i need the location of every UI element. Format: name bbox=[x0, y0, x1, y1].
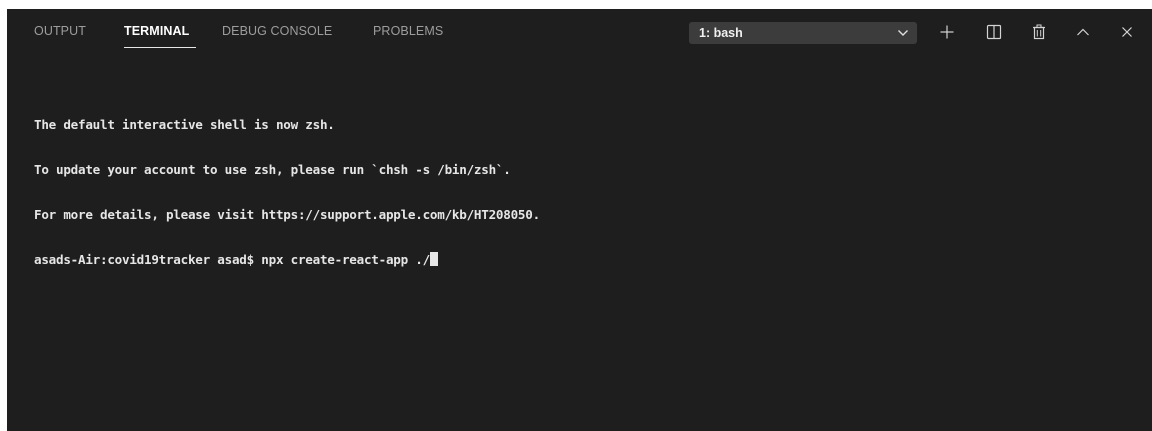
kill-terminal-button[interactable] bbox=[1027, 21, 1051, 43]
split-terminal-button[interactable] bbox=[982, 21, 1006, 43]
close-panel-button[interactable] bbox=[1115, 21, 1139, 43]
trash-icon bbox=[1033, 24, 1045, 40]
terminal-panel: OUTPUT TERMINAL DEBUG CONSOLE PROBLEMS 1… bbox=[7, 9, 1152, 431]
chevron-down-icon bbox=[898, 30, 908, 36]
command-input[interactable]: npx create-react-app ./ bbox=[261, 252, 430, 267]
close-icon bbox=[1122, 27, 1132, 37]
chevron-up-icon bbox=[1077, 28, 1089, 36]
panel-tab-bar: OUTPUT TERMINAL DEBUG CONSOLE PROBLEMS 1… bbox=[7, 9, 1152, 55]
terminal-line: For more details, please visit https://s… bbox=[34, 207, 540, 222]
maximize-panel-button[interactable] bbox=[1071, 21, 1095, 43]
terminal-output[interactable]: The default interactive shell is now zsh… bbox=[34, 87, 540, 297]
text-cursor bbox=[429, 252, 438, 266]
terminal-line: The default interactive shell is now zsh… bbox=[34, 117, 335, 132]
terminal-prompt-line: asads-Air:covid19tracker asad$ npx creat… bbox=[34, 252, 540, 267]
shell-prompt: asads-Air:covid19tracker asad$ bbox=[34, 252, 262, 267]
tab-debug-console[interactable]: DEBUG CONSOLE bbox=[222, 24, 332, 38]
terminal-select-value: 1: bash bbox=[699, 26, 743, 40]
split-icon bbox=[986, 24, 1002, 40]
terminal-line: To update your account to use zsh, pleas… bbox=[34, 162, 511, 177]
tab-problems[interactable]: PROBLEMS bbox=[373, 24, 443, 38]
tab-output[interactable]: OUTPUT bbox=[34, 24, 86, 38]
active-tab-indicator bbox=[124, 47, 196, 48]
tab-terminal[interactable]: TERMINAL bbox=[124, 24, 189, 38]
terminal-select-dropdown[interactable]: 1: bash bbox=[689, 22, 917, 44]
plus-icon bbox=[940, 25, 954, 39]
new-terminal-button[interactable] bbox=[935, 21, 959, 43]
